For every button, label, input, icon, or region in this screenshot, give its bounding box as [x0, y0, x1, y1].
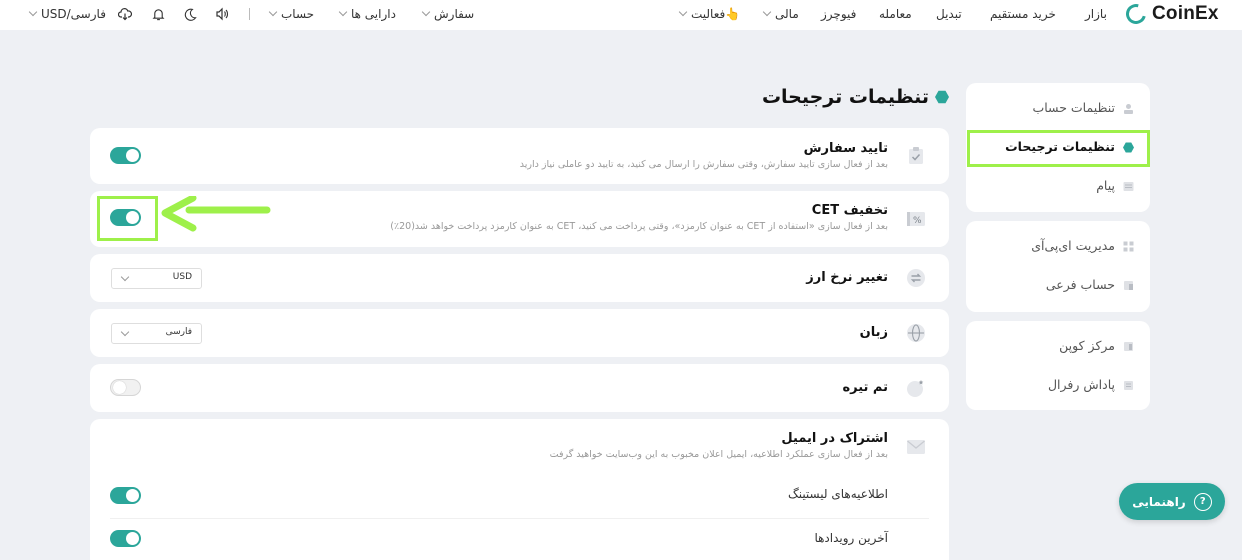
language-currency-label: فارسی/USD [41, 7, 106, 21]
latest-events-label: آخرین رویدادها [814, 531, 888, 545]
sidebar-item-label: پیام [1096, 178, 1115, 193]
language-currency-selector[interactable]: فارسی/USD [28, 0, 106, 28]
list-item: آخرین رویدادها [90, 518, 949, 560]
moon-icon[interactable] [182, 6, 198, 22]
order-confirm-desc: بعد از فعال سازی تایید سفارش، وقتی سفارش… [519, 159, 888, 170]
nav-finance-label: مالی [775, 7, 799, 21]
clipboard-check-icon [905, 145, 927, 167]
chevron-down-icon [268, 7, 278, 17]
highlight-box [97, 196, 158, 241]
sidebar-item-label: مدیریت ای‌پی‌آی [1031, 238, 1115, 253]
sidebar-item-sub-account[interactable]: حساب فرعی [966, 268, 1150, 304]
hexagon-icon [935, 90, 949, 104]
coupon-icon [1123, 341, 1134, 352]
language-value: فارسی [165, 327, 192, 337]
nav-account[interactable]: حساب [268, 0, 315, 28]
help-label: راهنمایی [1132, 494, 1186, 509]
order-confirm-setting: تایید سفارش بعد از فعال سازی تایید سفارش… [90, 128, 949, 184]
nav-convert[interactable]: تبدیل [936, 0, 962, 28]
chevron-down-icon [678, 7, 688, 17]
currency-select[interactable]: USD [111, 268, 202, 289]
envelope-icon [905, 436, 927, 458]
user-icon [1123, 103, 1134, 114]
nav-futures[interactable]: فیوچرز [821, 0, 856, 28]
divider [249, 8, 250, 20]
sidebar-item-account-settings[interactable]: تنظیمات حساب [966, 91, 1150, 127]
currency-title: تغییر نرخ ارز [806, 270, 888, 285]
email-subscription-desc: بعد از فعال سازی عملکرد اطلاعیه، ایمیل ا… [549, 449, 888, 460]
sidebar-item-api-management[interactable]: مدیریت ای‌پی‌آی [966, 229, 1150, 265]
list-item: اطلاعیه‌های لیستینگ [90, 474, 949, 518]
help-button[interactable]: ? راهنمایی [1119, 483, 1225, 520]
dark-theme-setting: تم تیره [90, 364, 949, 412]
nav-account-label: حساب [281, 7, 315, 21]
order-confirm-title: تایید سفارش [803, 141, 888, 156]
chevron-down-icon [120, 272, 130, 282]
coinex-logo[interactable]: CoinEx [1122, 0, 1219, 28]
currency-value: USD [172, 272, 192, 282]
sidebar-item-label: تنظیمات حساب [1032, 100, 1115, 115]
nav-orders-label: سفارش [434, 7, 475, 21]
nav-orders[interactable]: سفارش [421, 0, 475, 28]
order-confirm-toggle[interactable] [110, 147, 141, 164]
listing-announcements-label: اطلاعیه‌های لیستینگ [787, 487, 888, 501]
exchange-icon [905, 267, 927, 289]
sidebar-item-label: مرکز کوپن [1059, 338, 1115, 353]
language-setting: زبان فارسی [90, 309, 949, 357]
nav-market[interactable]: بازار [1085, 0, 1107, 28]
nav-finance[interactable]: مالی [762, 0, 799, 28]
language-title: زبان [859, 325, 888, 340]
nav-activity[interactable]: 👆فعالیت [678, 0, 741, 28]
email-subscription-title: اشتراک در ایمیل [781, 431, 888, 446]
bell-icon[interactable] [150, 6, 166, 22]
referral-icon [1123, 380, 1134, 391]
chevron-down-icon [120, 327, 130, 337]
language-select[interactable]: فارسی [111, 323, 202, 344]
svg-text:%: % [913, 216, 922, 226]
nav-assets-label: دارایی ها [351, 7, 396, 21]
cet-discount-desc: بعد از فعال سازی «استفاده از CET به عنوا… [390, 221, 888, 232]
api-icon [1123, 241, 1134, 252]
chevron-down-icon [762, 7, 772, 17]
nav-assets[interactable]: دارایی ها [338, 0, 396, 28]
currency-setting: تغییر نرخ ارز USD [90, 254, 949, 302]
chevron-down-icon [338, 7, 348, 17]
moon-star-icon [905, 377, 927, 399]
percent-icon: % [905, 208, 927, 230]
dark-theme-toggle[interactable] [110, 379, 141, 396]
cet-discount-title: تخفیف CET [811, 203, 888, 218]
sidebar-group-rewards: مرکز کوپن پاداش رفرال [966, 321, 1150, 410]
latest-events-toggle[interactable] [110, 530, 141, 547]
page-title-text: تنظیمات ترجیحات [761, 86, 929, 108]
top-navigation-bar: CoinEx بازار خرید مستقیم تبدیل معامله فی… [0, 0, 1242, 30]
sidebar-item-label: حساب فرعی [1045, 277, 1115, 292]
globe-icon [905, 322, 927, 344]
highlight-box [967, 130, 1150, 167]
arrow-left-icon [161, 196, 271, 232]
sound-icon[interactable] [214, 6, 230, 22]
sub-account-icon [1123, 280, 1134, 291]
nav-trade[interactable]: معامله [879, 0, 912, 28]
question-icon: ? [1193, 492, 1212, 511]
email-subscription-setting: اشتراک در ایمیل بعد از فعال سازی عملکرد … [90, 419, 949, 560]
chevron-down-icon [421, 7, 431, 17]
sidebar-item-coupon-center[interactable]: مرکز کوپن [966, 329, 1150, 365]
nav-activity-label: 👆فعالیت [691, 7, 741, 21]
sidebar-item-referral-reward[interactable]: پاداش رفرال [966, 368, 1150, 404]
sidebar-group-api: مدیریت ای‌پی‌آی حساب فرعی [966, 221, 1150, 312]
brand-name: CoinEx [1152, 3, 1219, 24]
sidebar-item-messages[interactable]: پیام [966, 169, 1150, 205]
chevron-down-icon [28, 7, 38, 17]
page-title: تنظیمات ترجیحات [762, 84, 949, 110]
coinex-logo-icon [1122, 0, 1150, 28]
download-cloud-icon[interactable] [117, 6, 133, 22]
nav-direct-buy[interactable]: خرید مستقیم [990, 0, 1056, 28]
listing-announcements-toggle[interactable] [110, 487, 141, 504]
sidebar-item-label: پاداش رفرال [1047, 377, 1115, 392]
dark-theme-title: تم تیره [842, 380, 888, 395]
message-icon [1123, 181, 1134, 192]
